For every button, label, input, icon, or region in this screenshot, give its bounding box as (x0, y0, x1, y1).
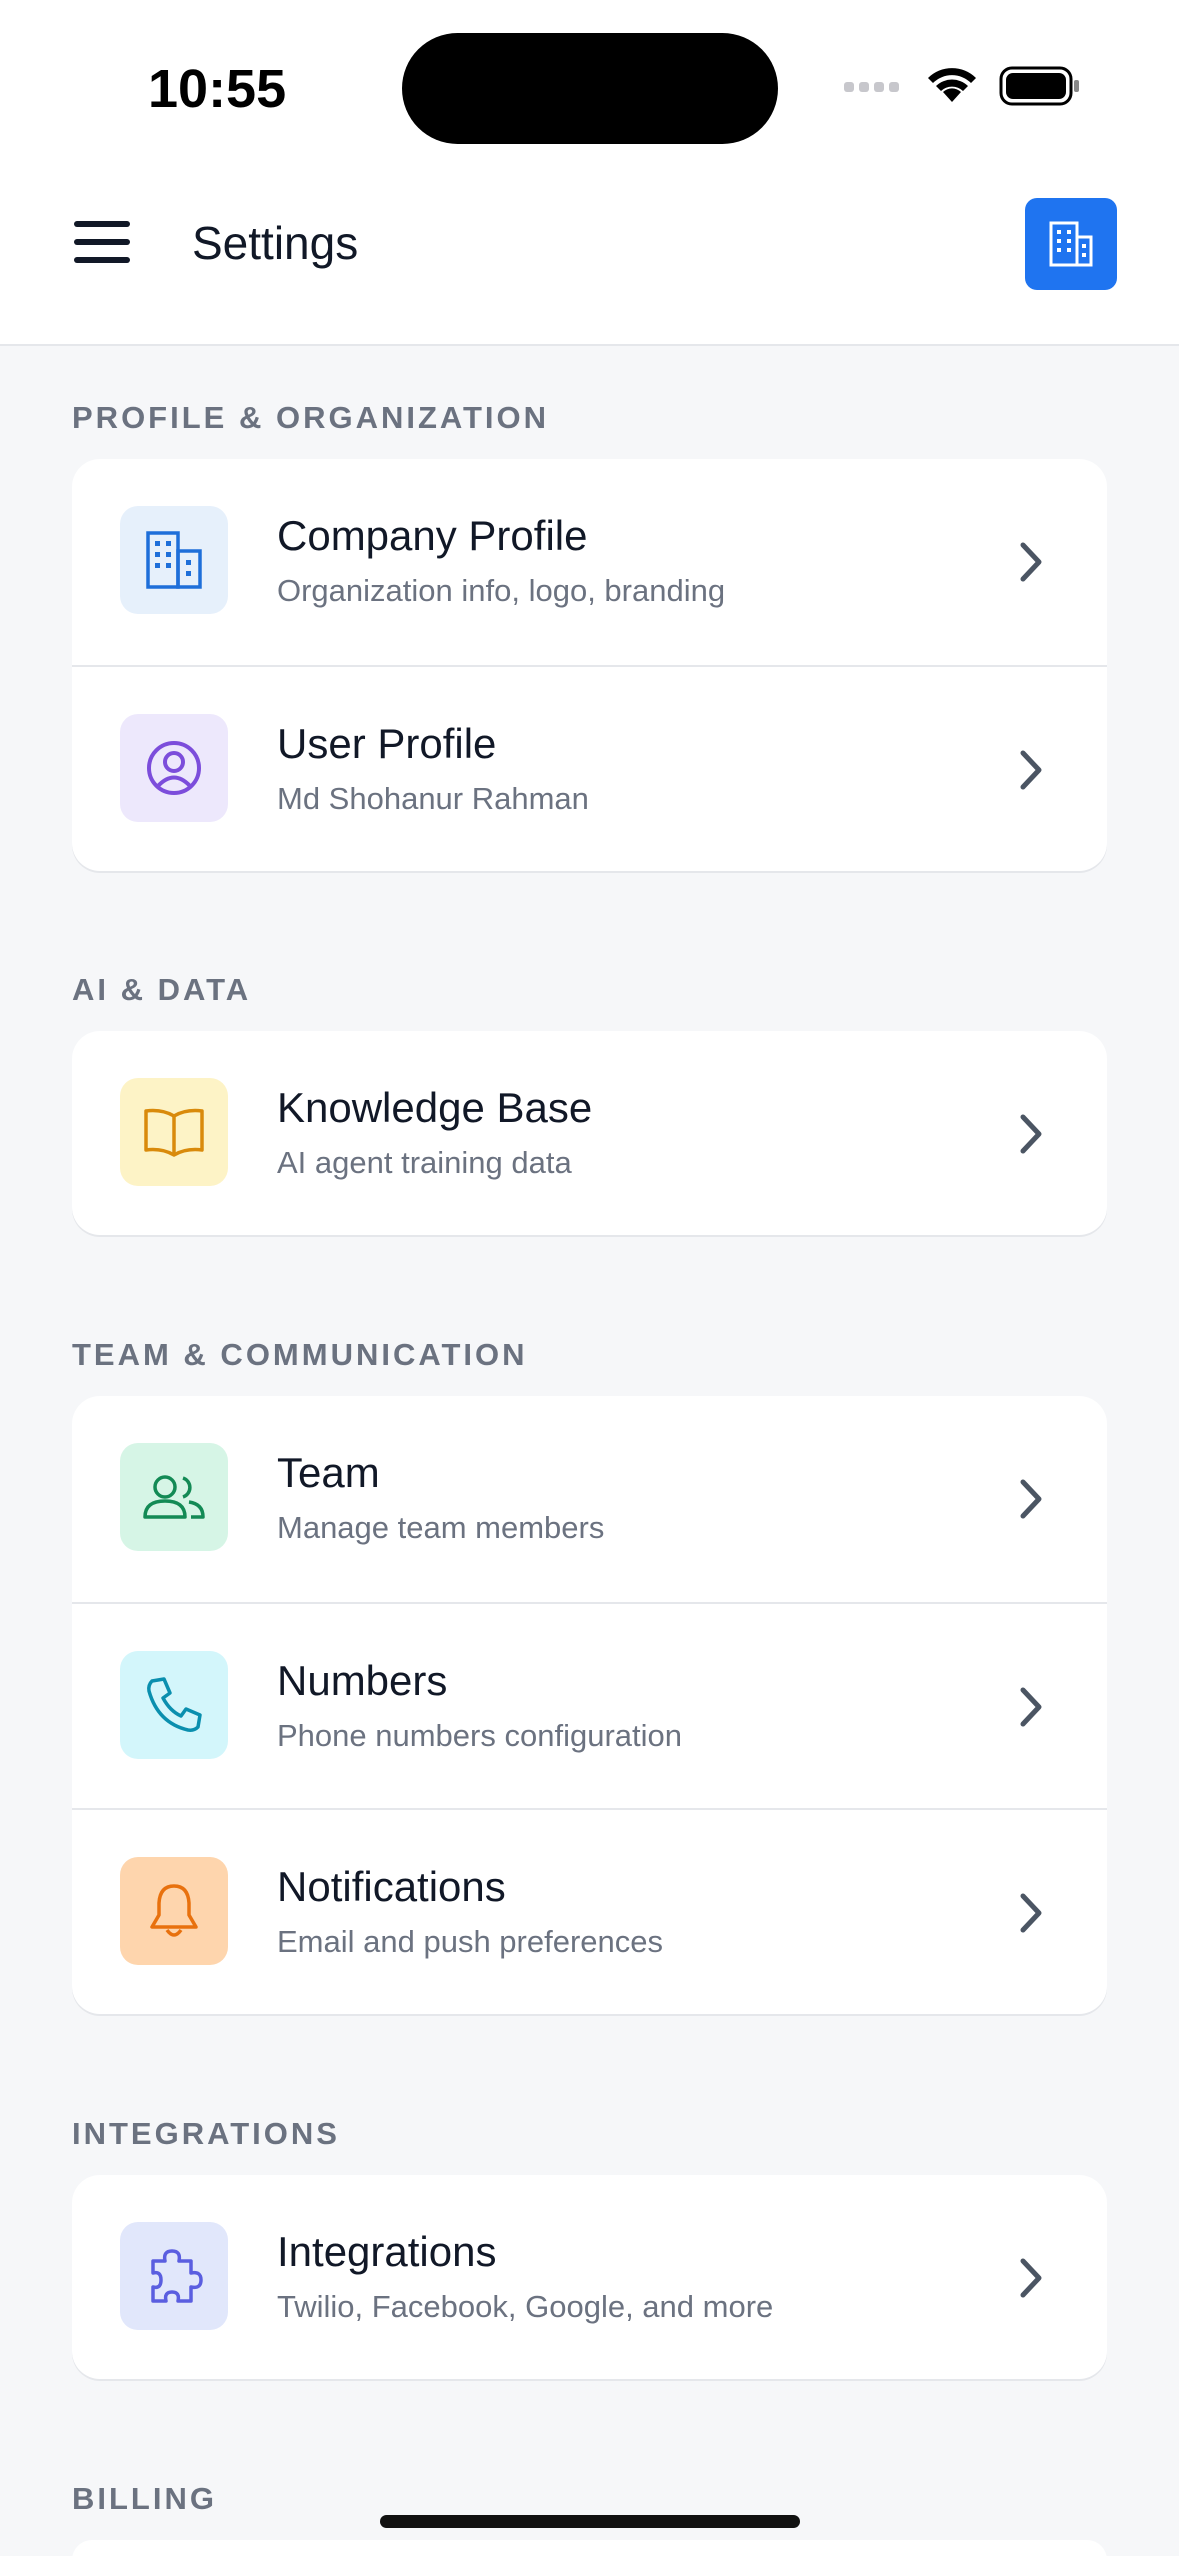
puzzle-icon (120, 2222, 228, 2330)
chevron-right-icon (1020, 1114, 1042, 1154)
settings-item-notifications[interactable]: Notifications Email and push preferences (72, 1808, 1107, 2014)
home-indicator[interactable] (380, 2515, 800, 2528)
chevron-right-icon (1020, 1893, 1042, 1933)
item-title: Notifications (277, 1863, 506, 1910)
item-subtitle: Email and push preferences (277, 1924, 664, 1959)
dynamic-island (402, 33, 778, 144)
item-title: Numbers (277, 1657, 448, 1704)
status-icons (844, 66, 1079, 106)
book-icon (120, 1078, 228, 1186)
building-icon (120, 506, 228, 614)
chevron-right-icon (1020, 2258, 1042, 2298)
settings-card-profile: Company Profile Organization info, logo,… (72, 459, 1107, 871)
item-title: Knowledge Base (277, 1084, 593, 1131)
chevron-right-icon (1020, 1687, 1042, 1727)
status-bar: 10:55 (0, 0, 1179, 170)
section-label-profile: PROFILE & ORGANIZATION (72, 400, 550, 435)
settings-item-company-profile[interactable]: Company Profile Organization info, logo,… (72, 459, 1107, 665)
item-subtitle: Twilio, Facebook, Google, and more (277, 2289, 774, 2324)
phone-icon (120, 1651, 228, 1759)
settings-item-knowledge-base[interactable]: Knowledge Base AI agent training data (72, 1031, 1107, 1235)
bell-icon (120, 1857, 228, 1965)
settings-item-integrations[interactable]: Integrations Twilio, Facebook, Google, a… (72, 2175, 1107, 2379)
section-label-billing: BILLING (72, 2481, 217, 2516)
status-time: 10:55 (148, 59, 287, 119)
company-switcher-button[interactable] (1025, 198, 1117, 290)
settings-item-team[interactable]: Team Manage team members (72, 1396, 1107, 1602)
battery-icon (999, 66, 1079, 106)
menu-button[interactable] (74, 221, 130, 263)
section-label-ai-data: AI & DATA (72, 972, 252, 1007)
item-subtitle: Manage team members (277, 1510, 605, 1545)
users-icon (120, 1443, 228, 1551)
page-title: Settings (192, 217, 359, 269)
user-circle-icon (120, 714, 228, 822)
item-title: Company Profile (277, 512, 588, 559)
item-subtitle: Organization info, logo, branding (277, 573, 726, 608)
section-label-team: TEAM & COMMUNICATION (72, 1337, 528, 1372)
hamburger-icon (74, 221, 130, 227)
cellular-signal-icon (844, 82, 899, 92)
chevron-right-icon (1020, 542, 1042, 582)
settings-card-billing (72, 2540, 1107, 2556)
app-header: Settings (0, 170, 1179, 346)
settings-card-integrations: Integrations Twilio, Facebook, Google, a… (72, 2175, 1107, 2379)
item-title: Integrations (277, 2228, 497, 2275)
item-subtitle: Phone numbers configuration (277, 1718, 682, 1753)
settings-card-ai-data: Knowledge Base AI agent training data (72, 1031, 1107, 1235)
settings-item-user-profile[interactable]: User Profile Md Shohanur Rahman (72, 665, 1107, 871)
item-title: Team (277, 1449, 380, 1496)
wifi-icon (928, 68, 976, 102)
item-subtitle: Md Shohanur Rahman (277, 781, 589, 816)
settings-item-numbers[interactable]: Numbers Phone numbers configuration (72, 1602, 1107, 1808)
chevron-right-icon (1020, 1479, 1042, 1519)
chevron-right-icon (1020, 750, 1042, 790)
section-label-integrations: INTEGRATIONS (72, 2116, 340, 2151)
building-icon (1049, 221, 1093, 267)
settings-card-team: Team Manage team members Numbers Phone n… (72, 1396, 1107, 2014)
item-title: User Profile (277, 720, 497, 767)
item-subtitle: AI agent training data (277, 1145, 572, 1180)
